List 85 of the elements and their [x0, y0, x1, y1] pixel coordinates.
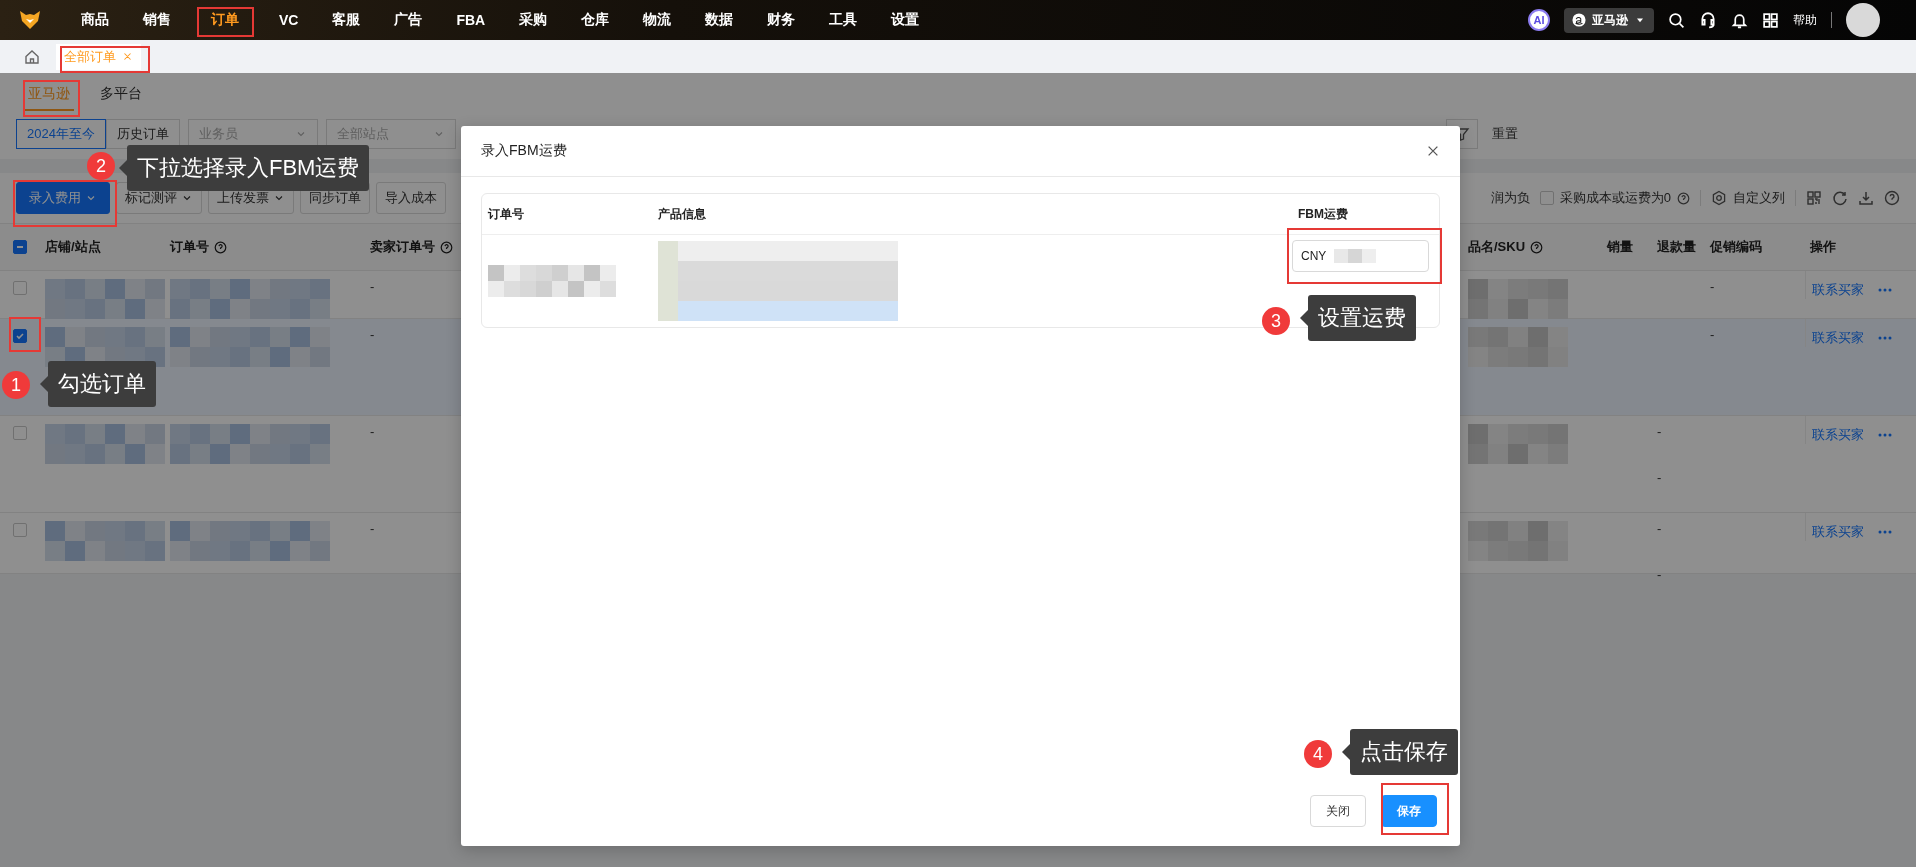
more-icon[interactable] [1878, 288, 1892, 292]
nav-item[interactable]: 财务 [750, 0, 813, 40]
nav-item[interactable]: FBA [439, 0, 503, 40]
reset-button[interactable]: 重置 [1486, 124, 1524, 144]
action-button[interactable]: 录入费用 [16, 182, 110, 214]
table-cell-text: - [370, 279, 376, 295]
help-icon[interactable] [1884, 190, 1900, 206]
checkbox[interactable] [13, 426, 27, 440]
bell-icon[interactable] [1731, 11, 1748, 29]
highlight-frame [1381, 783, 1449, 835]
callout-label: 勾选订单 [48, 361, 156, 407]
check-icon [15, 331, 25, 341]
customize-columns-button[interactable]: 自定义列 [1711, 189, 1785, 207]
column-header: 操作 [1810, 238, 1836, 256]
marketplace-select[interactable]: 亚马逊 [1564, 7, 1654, 33]
checkbox[interactable] [1539, 191, 1554, 205]
highlight-frame [9, 317, 41, 352]
qr-code-icon[interactable] [1806, 190, 1822, 206]
table-cell-text: - [1657, 567, 1663, 583]
close-icon[interactable] [1426, 144, 1440, 158]
headset-icon[interactable] [1699, 11, 1717, 29]
column-header: 促销编码 [1710, 238, 1762, 256]
nav-item[interactable]: 客服 [315, 0, 378, 40]
more-icon[interactable] [1878, 530, 1892, 534]
column-header: 销量 [1607, 238, 1633, 256]
column-header: FBM运费 [1297, 205, 1349, 223]
table-cell-text: - [1710, 279, 1716, 295]
column-header: 产品信息 [657, 205, 707, 223]
highlight-frame [197, 7, 254, 37]
nav-item[interactable]: 采购 [502, 0, 565, 40]
column-header: 卖家订单号 [370, 238, 435, 256]
checkbox[interactable] [13, 523, 27, 537]
help-link[interactable]: 帮助 [1793, 11, 1817, 29]
nav-item[interactable]: 数据 [688, 0, 751, 40]
nav-item[interactable]: 订单 [194, 0, 256, 40]
pixelated-redaction [1334, 249, 1377, 263]
close-button[interactable]: 关闭 [1310, 795, 1366, 827]
checkbox[interactable] [13, 329, 27, 343]
more-icon[interactable] [1878, 433, 1892, 437]
fox-logo-icon [18, 8, 42, 32]
nav-item[interactable]: 销售 [126, 0, 188, 40]
close-icon [122, 51, 133, 62]
table-cell-text: - [370, 424, 376, 440]
grid-icon[interactable] [1762, 11, 1779, 29]
callout-label: 设置运费 [1308, 295, 1416, 341]
table-cell-text: - [1657, 521, 1663, 537]
nav-item[interactable]: 物流 [626, 0, 689, 40]
fbm-fee-field[interactable]: CNY [1292, 240, 1429, 272]
callout-label: 点击保存 [1350, 729, 1458, 775]
table-cell-text: - [1657, 470, 1663, 486]
minus-icon [16, 243, 24, 251]
checkbox[interactable] [13, 281, 27, 295]
table-cell-text: - [370, 521, 376, 537]
nav-item[interactable]: 仓库 [564, 0, 627, 40]
nav-item[interactable]: 商品 [64, 0, 126, 40]
column-header: 店铺/站点 [45, 238, 101, 256]
table-cell-text: - [370, 327, 376, 343]
search-icon[interactable] [1668, 11, 1685, 29]
nav-item[interactable]: 广告 [377, 0, 440, 40]
nav-item[interactable]: VC [262, 0, 316, 40]
nav-item[interactable]: 设置 [874, 0, 937, 40]
action-button[interactable]: 导入成本 [376, 182, 446, 214]
column-header: 订单号 [486, 205, 525, 223]
column-header: 品名/SKU [1468, 238, 1526, 256]
table-cell-text: - [1657, 424, 1663, 440]
gear-icon [1711, 190, 1727, 206]
column-header: 订单号 [170, 238, 209, 256]
highlight-frame [23, 80, 80, 117]
ai-badge[interactable]: AI [1528, 9, 1550, 31]
nav-item[interactable]: 工具 [812, 0, 875, 40]
platform-tab[interactable]: 多平台 [96, 79, 146, 111]
refresh-icon[interactable] [1832, 190, 1848, 206]
checkbox[interactable] [13, 240, 27, 254]
more-icon[interactable] [1878, 336, 1892, 340]
modal-title: 录入FBM运费 [481, 142, 567, 160]
callout-label: 下拉选择录入FBM运费 [127, 145, 370, 191]
amazon-a-icon [1572, 13, 1586, 27]
filter-label: 润为负 [1490, 189, 1530, 207]
avatar[interactable] [1846, 3, 1880, 37]
save-button[interactable]: 保存 [1381, 795, 1437, 827]
checkbox-label: 采购成本或运费为0 [1559, 189, 1671, 207]
help-icon [1677, 191, 1690, 205]
table-cell-text: - [1710, 327, 1716, 343]
download-icon[interactable] [1858, 190, 1874, 206]
column-header: 退款量 [1657, 238, 1696, 256]
